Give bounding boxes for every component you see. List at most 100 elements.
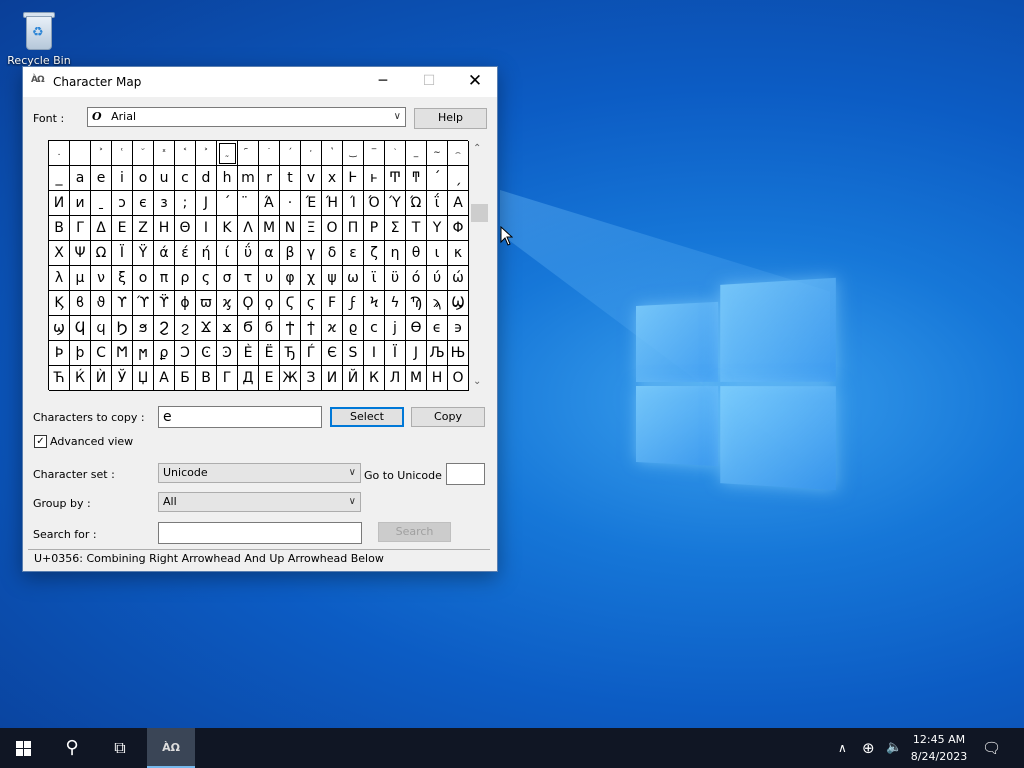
character-cell[interactable]: Ί [343,191,364,216]
character-cell[interactable]: Ο [322,216,343,241]
character-cell[interactable]: m [238,166,259,191]
help-button[interactable]: Help [414,108,487,129]
character-cell[interactable]: ϛ [301,291,322,316]
character-cell[interactable]: ώ [448,266,469,291]
character-cell[interactable] [70,141,91,166]
character-cell[interactable]: ˣ [154,141,175,166]
character-set-select[interactable]: Unicode ∨ [158,463,361,483]
character-cell[interactable]: λ [49,266,70,291]
character-cell[interactable]: Ό [364,191,385,216]
character-cell[interactable]: Υ [427,216,448,241]
character-cell[interactable]: ά [154,241,175,266]
group-by-select[interactable]: All ∨ [158,492,361,512]
character-cell[interactable]: ϫ [217,316,238,341]
show-hidden-icons-chevron[interactable]: ∧ [838,728,847,768]
character-cell[interactable]: ϼ [154,341,175,366]
character-cell[interactable]: . [49,141,70,166]
character-cell[interactable]: x [322,166,343,191]
recycle-bin-desktop-icon[interactable]: ♻ Recycle Bin [6,6,72,72]
character-grid[interactable]: . ˃ʿ᷃ˣ˂˃˷᷇˙ˊˑʽ‿‾‵_∼⌢_aeioucdhmrtvxͰͱͲͳ´ˏ… [48,140,469,391]
character-cell[interactable]: Ѐ [238,341,259,366]
character-cell[interactable]: ϡ [427,291,448,316]
character-cell[interactable]: ᷇ [238,141,259,166]
character-cell[interactable]: Ρ [364,216,385,241]
character-cell[interactable]: Δ [91,216,112,241]
character-cell[interactable]: κ [448,241,469,266]
character-cell[interactable]: Ξ [301,216,322,241]
character-cell[interactable]: ρ [175,266,196,291]
character-cell[interactable]: И [322,366,343,391]
character-cell[interactable]: ⌢ [448,141,469,166]
grid-scrollbar[interactable]: ⌃ ⌄ [470,140,488,390]
character-cell[interactable]: І [364,341,385,366]
select-button[interactable]: Select [330,407,404,427]
character-cell[interactable]: ϝ [343,291,364,316]
character-cell[interactable]: ϻ [133,341,154,366]
character-cell[interactable]: ´ [217,191,238,216]
character-cell[interactable]: ϑ [91,291,112,316]
character-cell[interactable]: Н [427,366,448,391]
character-cell[interactable]: ϋ [385,266,406,291]
character-cell[interactable]: ϩ [175,316,196,341]
font-select[interactable]: O Arial ∨ [87,107,406,127]
character-cell[interactable]: Д [238,366,259,391]
search-taskbar-button[interactable]: ⚲ [48,728,96,768]
character-cell[interactable]: Ώ [406,191,427,216]
character-cell[interactable]: ϊ [364,266,385,291]
character-cell[interactable]: Ϭ [238,316,259,341]
character-cell[interactable]: К [364,366,385,391]
character-cell[interactable]: ϐ [70,291,91,316]
character-cell[interactable]: ϸ [70,341,91,366]
character-cell[interactable]: Ͻ [175,341,196,366]
character-cell[interactable]: ύ [427,266,448,291]
character-cell[interactable]: Ͽ [217,341,238,366]
start-button[interactable] [0,728,48,768]
character-map-taskbar-button[interactable]: ÀΩ [147,728,195,768]
character-cell[interactable]: ɔ [112,191,133,216]
character-cell[interactable]: ϲ [364,316,385,341]
scroll-down-icon[interactable]: ⌄ [473,376,481,387]
character-cell[interactable]: ϕ [175,291,196,316]
character-cell[interactable]: ΐ [427,191,448,216]
character-cell[interactable]: α [259,241,280,266]
clock[interactable]: 12:45 AM 8/24/2023 [904,731,974,765]
character-cell[interactable]: Ј [196,191,217,216]
character-cell[interactable]: Ϛ [280,291,301,316]
title-bar[interactable]: ÀΩ Character Map ─ ☐ ✕ [23,67,497,97]
character-cell[interactable]: Ϡ [406,291,427,316]
character-cell[interactable]: c [175,166,196,191]
character-cell[interactable]: ʽ [322,141,343,166]
character-cell[interactable]: В [196,366,217,391]
character-cell[interactable]: З [301,366,322,391]
character-cell[interactable]: з [154,191,175,216]
character-cell[interactable]: ω [343,266,364,291]
character-cell[interactable]: ˑ [301,141,322,166]
character-cell[interactable]: v [301,166,322,191]
character-cell[interactable]: ϒ [112,291,133,316]
character-cell[interactable]: Ѓ [301,341,322,366]
character-cell[interactable]: Е [259,366,280,391]
character-cell[interactable]: h [217,166,238,191]
character-cell[interactable]: ί [217,241,238,266]
character-cell[interactable]: μ [70,266,91,291]
character-cell[interactable]: Г [217,366,238,391]
characters-to-copy-input[interactable]: e [158,406,322,428]
character-cell[interactable]: Ϣ [448,291,469,316]
character-cell[interactable]: ή [196,241,217,266]
character-cell[interactable]: ϳ [385,316,406,341]
character-cell[interactable]: i [112,166,133,191]
character-cell[interactable]: ˃ [91,141,112,166]
character-cell[interactable]: ᷃ [133,141,154,166]
character-cell[interactable]: ν [91,266,112,291]
character-cell[interactable]: Ϸ [49,341,70,366]
character-cell[interactable]: e [91,166,112,191]
character-cell[interactable]: Ё [259,341,280,366]
character-cell[interactable]: ι [427,241,448,266]
character-cell[interactable]: ό [406,266,427,291]
character-cell[interactable]: Ϗ [49,291,70,316]
character-cell[interactable]: Й [343,366,364,391]
character-cell[interactable]: ͱ [364,166,385,191]
character-cell[interactable]: ΰ [238,241,259,266]
character-cell[interactable]: σ [217,266,238,291]
character-cell[interactable]: Ϋ [133,241,154,266]
